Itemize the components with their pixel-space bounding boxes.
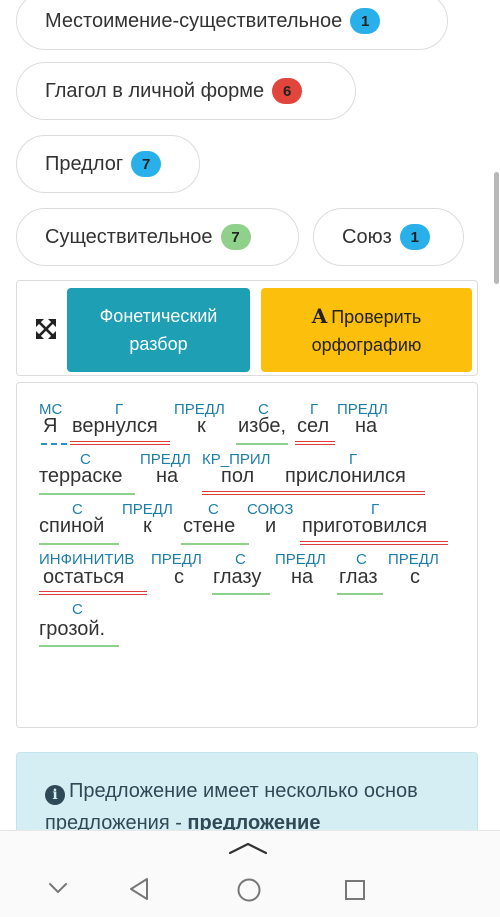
object-underline xyxy=(39,645,119,647)
predicate-underline xyxy=(283,491,425,495)
chevron-down-icon[interactable] xyxy=(48,881,68,895)
button-label-line1: Фонетический xyxy=(99,306,218,326)
word[interactable]: на xyxy=(291,566,313,589)
count-badge: 7 xyxy=(131,151,162,177)
analysis-toolbar: Фонетический разбор A Проверить орфографи… xyxy=(16,280,478,376)
predicate-underline xyxy=(39,591,147,595)
object-underline xyxy=(212,593,270,595)
word[interactable]: Я xyxy=(43,415,57,438)
predicate-underline xyxy=(300,541,448,545)
chip-preposition[interactable]: Предлог 7 xyxy=(16,135,200,193)
word[interactable]: к xyxy=(143,515,152,538)
word[interactable]: с xyxy=(174,566,184,589)
button-label-line2: разбор xyxy=(129,334,188,354)
object-underline xyxy=(337,593,383,595)
word[interactable]: спиной xyxy=(39,515,104,538)
expand-icon[interactable] xyxy=(35,318,57,340)
word[interactable]: и xyxy=(265,515,276,538)
recents-icon[interactable] xyxy=(344,879,366,901)
check-spelling-button[interactable]: A Проверить орфографию xyxy=(261,288,472,372)
parsed-sentence-box: МС Г ПРЕДЛ С Г ПРЕДЛ Я вернулся к избе, … xyxy=(16,382,478,728)
chip-label: Глагол в личной форме xyxy=(45,79,265,102)
subject-underline xyxy=(41,443,67,445)
object-underline xyxy=(181,543,249,545)
button-label-line2: орфографию xyxy=(311,334,422,355)
app-screen: Местоимение-существительное 1 Глагол в л… xyxy=(0,0,500,917)
chip-label: Предлог xyxy=(45,152,124,175)
chip-label: Существительное xyxy=(45,225,213,248)
word[interactable]: вернулся xyxy=(72,415,158,438)
word[interactable]: на xyxy=(355,415,377,438)
spell-check-icon: A xyxy=(311,303,328,328)
word[interactable]: к xyxy=(197,415,206,438)
word[interactable]: терраске xyxy=(39,465,123,488)
info-icon: i xyxy=(45,785,65,805)
chip-noun[interactable]: Существительное 7 xyxy=(16,208,299,266)
object-underline xyxy=(39,493,135,495)
word[interactable]: глазу xyxy=(213,566,261,589)
count-badge: 1 xyxy=(399,224,430,250)
predicate-underline xyxy=(202,491,288,495)
button-label-line1: Проверить xyxy=(331,306,422,327)
word[interactable]: пол xyxy=(221,465,254,488)
word[interactable]: остаться xyxy=(43,566,124,589)
word[interactable]: глаз xyxy=(339,566,378,589)
chip-label: Союз xyxy=(342,225,392,248)
count-badge: 7 xyxy=(220,224,251,250)
phonetic-analysis-button[interactable]: Фонетический разбор xyxy=(67,288,250,372)
chip-conjunction[interactable]: Союз 1 xyxy=(313,208,464,266)
scrollbar[interactable] xyxy=(494,172,499,284)
chip-pronoun-noun[interactable]: Местоимение-существительное 1 xyxy=(16,0,448,50)
predicate-underline xyxy=(70,441,170,445)
pos-tag: С xyxy=(72,601,83,618)
chip-verb[interactable]: Глагол в личной форме 6 xyxy=(16,62,356,120)
word[interactable]: прислонился xyxy=(285,465,406,488)
word[interactable]: на xyxy=(156,465,178,488)
back-icon[interactable] xyxy=(128,877,150,901)
predicate-underline xyxy=(295,441,335,445)
object-underline xyxy=(236,443,288,445)
word[interactable]: приготовился xyxy=(302,515,427,538)
count-badge: 6 xyxy=(272,78,303,104)
word[interactable]: грозой. xyxy=(39,618,105,641)
word[interactable]: сел xyxy=(297,415,329,438)
system-nav-bar xyxy=(0,830,500,917)
word[interactable]: стене xyxy=(183,515,235,538)
word[interactable]: избе, xyxy=(238,415,286,438)
word[interactable]: с xyxy=(410,566,420,589)
object-underline xyxy=(39,543,119,545)
count-badge: 1 xyxy=(350,8,381,34)
chip-label: Местоимение-существительное xyxy=(45,9,343,32)
home-icon[interactable] xyxy=(236,877,262,903)
collapse-up-icon[interactable] xyxy=(228,841,268,855)
